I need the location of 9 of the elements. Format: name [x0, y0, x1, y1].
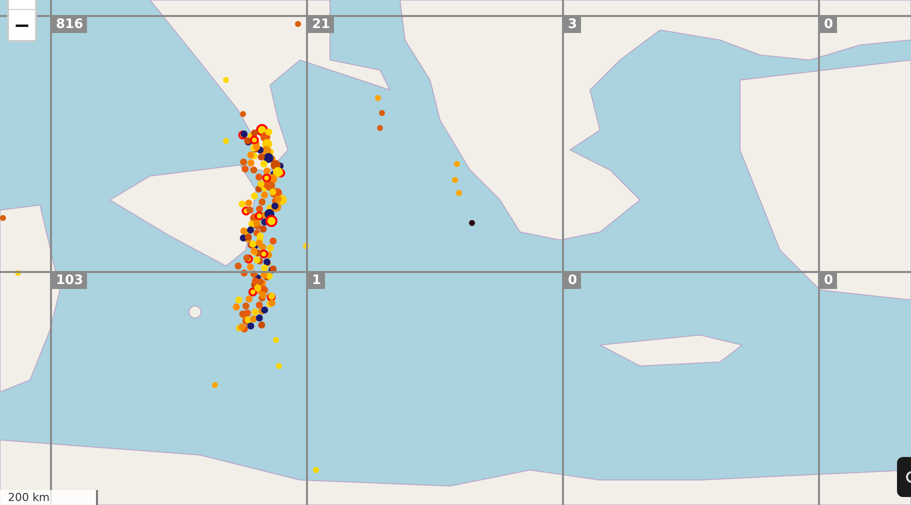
grid-tile-label: 1 — [308, 273, 326, 289]
scale-bar: 200 km — [0, 490, 98, 505]
grid-tile-label: 3 — [564, 17, 582, 33]
grid-tile-label: 816 — [52, 17, 88, 33]
grid-tile-label: 0 — [564, 273, 582, 289]
grid-tile-label: 0 — [820, 273, 838, 289]
grid-tile-label: 21 — [308, 17, 334, 33]
grid-tile-label: 103 — [52, 273, 88, 289]
grid-tile-label: 0 — [820, 17, 838, 33]
